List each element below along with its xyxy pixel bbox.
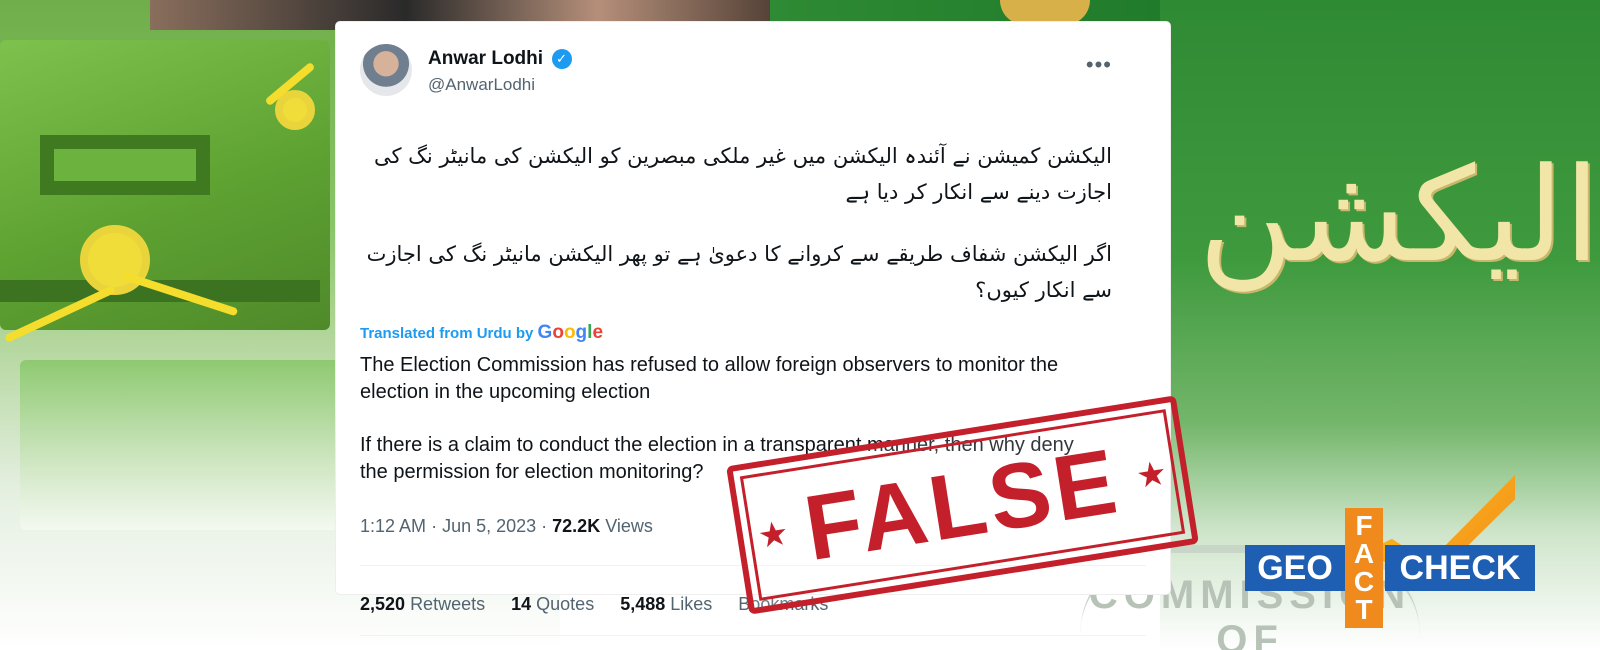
author-display-name[interactable]: Anwar Lodhi xyxy=(428,48,543,70)
logo-fact-letter: C xyxy=(1353,566,1375,597)
views-count: 72.2K xyxy=(552,516,601,536)
logo-fact-letter: T xyxy=(1355,594,1373,625)
likes-stat[interactable]: 5,488 Likes xyxy=(620,594,712,615)
logo-check-text: CHECK xyxy=(1385,545,1535,591)
author-names: Anwar Lodhi ✓ @AnwarLodhi xyxy=(428,48,572,95)
tweet-time[interactable]: 1:12 AM xyxy=(360,516,426,536)
divider xyxy=(360,635,1146,636)
translation-label: Translated from Urdu by xyxy=(360,325,534,342)
quotes-stat[interactable]: 14 Quotes xyxy=(511,594,594,615)
logo-geo-text: GEO xyxy=(1245,545,1345,591)
english-paragraph: The Election Commission has refused to a… xyxy=(360,354,1059,403)
avatar[interactable] xyxy=(360,44,412,96)
urdu-paragraph: اگر الیکشن شفاف طریقے سے کروانے کا دعویٰ… xyxy=(366,242,1112,302)
author-handle[interactable]: @AnwarLodhi xyxy=(428,75,572,95)
tweet-date[interactable]: Jun 5, 2023 xyxy=(442,516,536,536)
google-logo: Google xyxy=(537,322,604,343)
star-icon: ★ xyxy=(755,513,792,557)
geo-fact-check-logo: GEO F A C T CHECK xyxy=(1245,470,1540,630)
stamp-text: FALSE xyxy=(798,429,1127,580)
commission-sign-text: الیکشن کمیشن xyxy=(1180,150,1600,291)
logo-fact-text: F A C T xyxy=(1345,508,1383,628)
tweet-header: Anwar Lodhi ✓ @AnwarLodhi ••• xyxy=(360,44,1146,100)
translation-notice[interactable]: Translated from Urdu by Google xyxy=(360,322,1146,343)
logo-fact-letter: A xyxy=(1353,538,1375,569)
urdu-paragraph: الیکشن کمیشن نے آئندہ الیکشن میں غیر ملک… xyxy=(373,144,1112,204)
retweets-stat[interactable]: 2,520 Retweets xyxy=(360,594,485,615)
meta-separator: · xyxy=(541,516,553,536)
meta-separator: · xyxy=(431,516,443,536)
ballot-box-lower xyxy=(20,360,350,530)
views-label: Views xyxy=(605,516,653,536)
tweet-urdu-text: الیکشن کمیشن نے آئندہ الیکشن میں غیر ملک… xyxy=(360,138,1112,308)
verified-badge-icon: ✓ xyxy=(551,49,572,69)
ballot-slot xyxy=(40,135,210,195)
star-icon: ★ xyxy=(1133,453,1170,497)
logo-fact-letter: F xyxy=(1355,510,1373,541)
more-options-icon[interactable]: ••• xyxy=(1086,52,1112,78)
